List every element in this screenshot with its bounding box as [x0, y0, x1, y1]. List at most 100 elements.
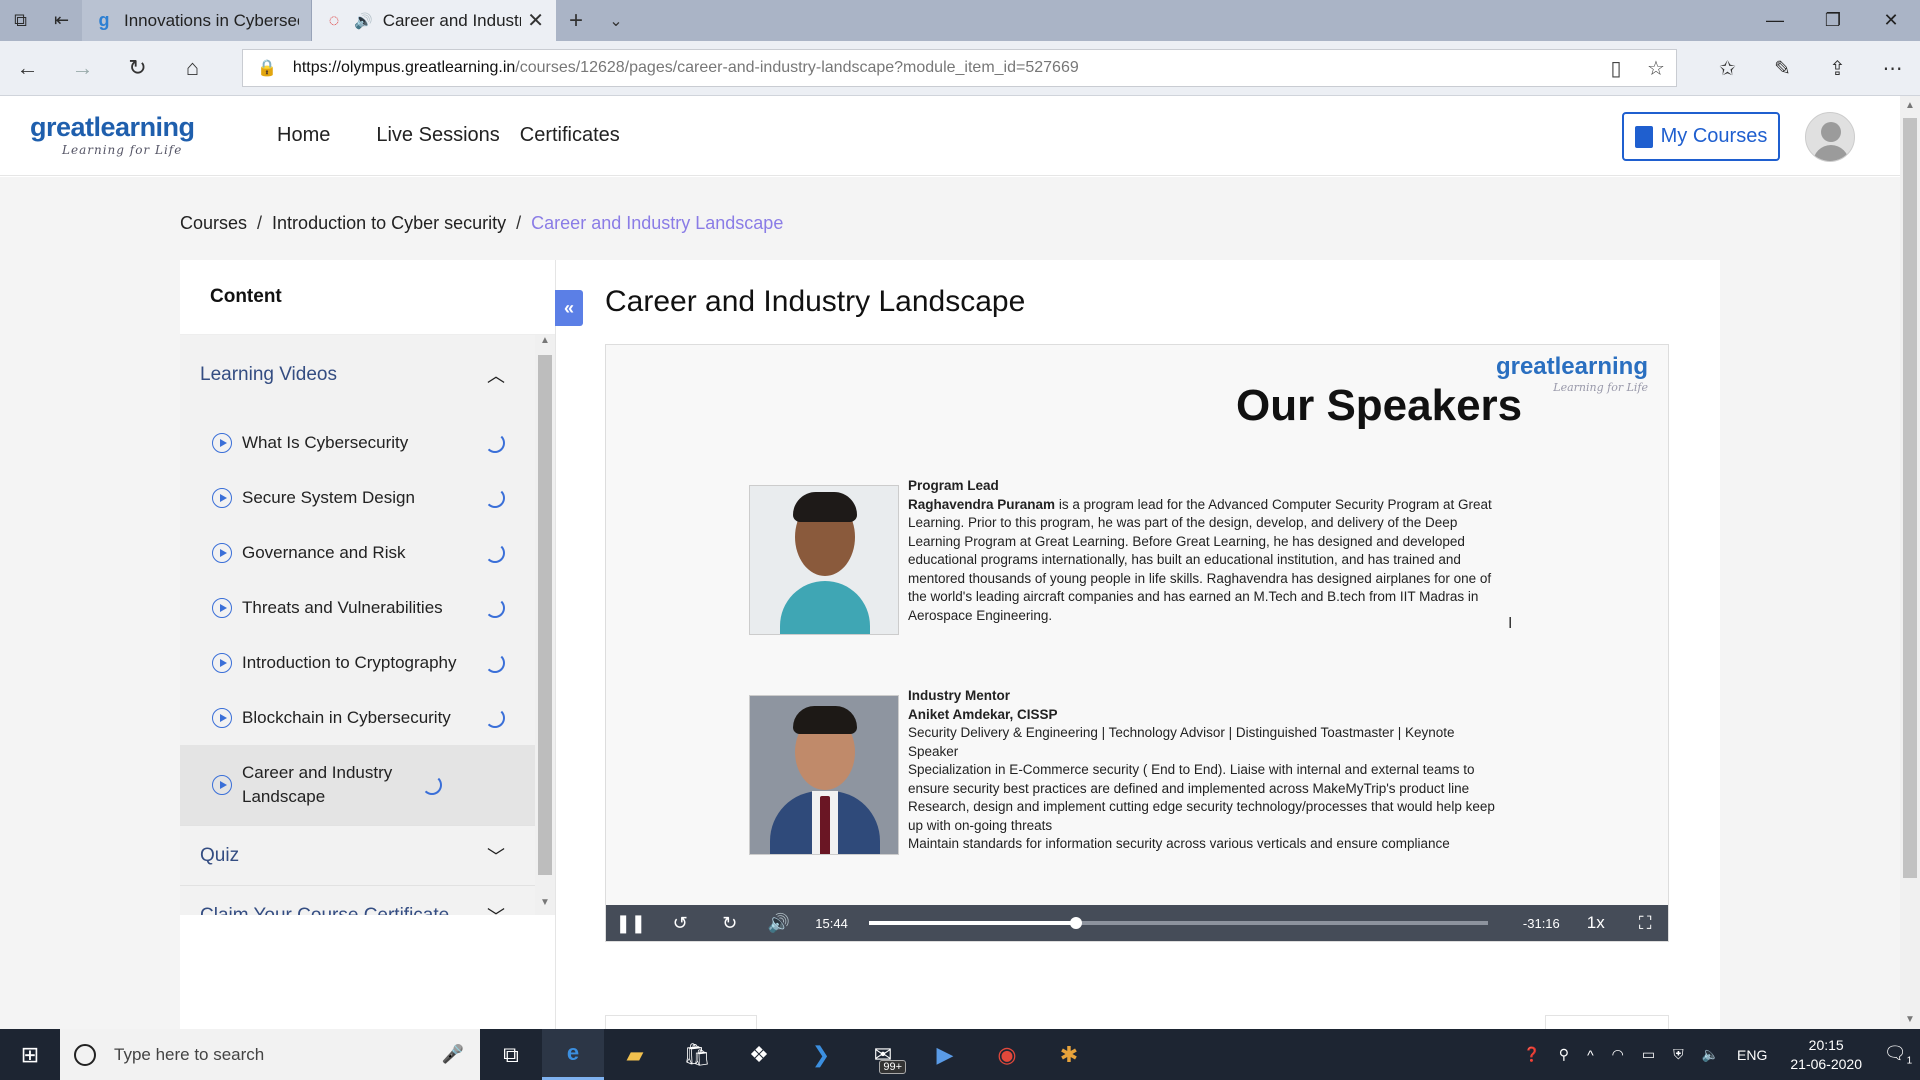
- greatlearning-logo[interactable]: greatlearning Learning for Life: [30, 112, 195, 157]
- pen-icon[interactable]: ✎: [1755, 41, 1810, 96]
- page-scrollbar[interactable]: ▲ ▼: [1900, 96, 1920, 1029]
- volume-icon[interactable]: 🔊: [754, 913, 803, 934]
- tab-list-chevron-icon[interactable]: ⌄: [596, 0, 636, 41]
- section-learning-videos[interactable]: Learning Videos ︿: [180, 335, 535, 415]
- video-logo-text: greatlearning: [1495, 353, 1648, 380]
- forward-icon[interactable]: →: [55, 41, 110, 96]
- site-header: greatlearning Learning for Life Home Liv…: [0, 96, 1900, 176]
- breadcrumb-courses[interactable]: Courses: [180, 213, 247, 233]
- tab-actions-icon[interactable]: ⧉: [0, 0, 41, 41]
- sidebar-item-governance-and-risk[interactable]: Governance and Risk: [180, 525, 535, 580]
- taskbar-search[interactable]: Type here to search 🎤: [60, 1029, 480, 1080]
- scroll-down-icon[interactable]: ▼: [535, 897, 555, 915]
- rewind-icon[interactable]: ↺: [655, 913, 704, 934]
- pause-icon[interactable]: ❚❚: [606, 913, 655, 934]
- lock-icon: 🔒: [257, 60, 277, 77]
- sidebar-item-what-is-cybersecurity[interactable]: What Is Cybersecurity: [180, 415, 535, 470]
- notifications-icon[interactable]: 🗨1: [1876, 1043, 1920, 1067]
- task-view-icon[interactable]: ⧉: [480, 1029, 542, 1080]
- chevron-down-icon: ﹀: [487, 846, 505, 867]
- sidebar-item-blockchain-in-cybersecurity[interactable]: Blockchain in Cybersecurity: [180, 690, 535, 745]
- mail-icon[interactable]: ✉ 99+: [852, 1029, 914, 1080]
- sidebar-item-introduction-to-cryptography[interactable]: Introduction to Cryptography: [180, 635, 535, 690]
- slack-icon[interactable]: ✱: [1038, 1029, 1100, 1080]
- chevron-down-icon: ﹀: [487, 903, 505, 916]
- video-player[interactable]: greatlearning Learning for Life Our Spea…: [605, 344, 1669, 942]
- language-indicator[interactable]: ENG: [1737, 1047, 1767, 1063]
- minimize-icon[interactable]: —: [1746, 0, 1804, 41]
- slide-heading: Our Speakers: [1236, 381, 1523, 430]
- help-icon[interactable]: ❓: [1523, 1046, 1540, 1063]
- forward-icon[interactable]: ↻: [705, 913, 754, 934]
- breadcrumb-course[interactable]: Introduction to Cyber security: [272, 213, 506, 233]
- speaker-line: Maintain standards for information secur…: [908, 836, 1450, 851]
- tabs-aside-icon[interactable]: ⇤: [41, 0, 82, 41]
- favorite-star-icon[interactable]: ☆: [1636, 56, 1676, 81]
- microphone-icon[interactable]: 🎤: [442, 1044, 464, 1065]
- scrollbar-thumb[interactable]: [1903, 118, 1917, 878]
- play-circle-icon: [212, 432, 232, 453]
- reading-view-icon[interactable]: ▯: [1596, 56, 1636, 81]
- section-quiz[interactable]: Quiz ﹀: [180, 825, 535, 885]
- content-tab-right[interactable]: [1545, 1015, 1669, 1029]
- browser-tab-career[interactable]: ◌ 🔊 Career and Industry ✕: [312, 0, 556, 41]
- favorites-icon[interactable]: ✩: [1700, 41, 1755, 96]
- seek-bar[interactable]: [869, 917, 1488, 929]
- chrome-icon[interactable]: ◉: [976, 1029, 1038, 1080]
- powershell-icon[interactable]: ▶: [914, 1029, 976, 1080]
- browser-toolbar: ← → ↻ ⌂ 🔒 https://olympus.greatlearning.…: [0, 41, 1920, 96]
- battery-icon[interactable]: ▭: [1642, 1046, 1655, 1063]
- content-tab-left[interactable]: [605, 1015, 757, 1029]
- scroll-down-icon[interactable]: ▼: [1900, 1014, 1920, 1025]
- home-icon[interactable]: ⌂: [165, 41, 220, 96]
- sidebar-item-threats-and-vulnerabilities[interactable]: Threats and Vulnerabilities: [180, 580, 535, 635]
- nav-home[interactable]: Home: [277, 124, 330, 147]
- scroll-up-icon[interactable]: ▲: [535, 335, 555, 353]
- chevron-up-icon[interactable]: ^: [1587, 1047, 1594, 1063]
- scrollbar-thumb[interactable]: [538, 355, 552, 875]
- play-circle-icon: [212, 487, 232, 508]
- file-explorer-icon[interactable]: ▰: [604, 1029, 666, 1080]
- close-window-icon[interactable]: ✕: [1862, 0, 1920, 41]
- greatlearning-favicon-icon: g: [98, 10, 110, 30]
- browser-tab-innovations[interactable]: g Innovations in Cybersecurity: [82, 0, 312, 41]
- remaining-time: -31:16: [1522, 915, 1560, 931]
- fullscreen-icon[interactable]: ⛶: [1621, 913, 1669, 934]
- new-tab-icon[interactable]: +: [556, 0, 596, 41]
- collapse-sidebar-button[interactable]: «: [555, 290, 583, 326]
- scroll-up-icon[interactable]: ▲: [1900, 100, 1920, 111]
- security-icon[interactable]: ⛨: [1673, 1046, 1684, 1063]
- store-icon[interactable]: 🛍: [666, 1029, 728, 1080]
- sidebar-item-secure-system-design[interactable]: Secure System Design: [180, 470, 535, 525]
- sidebar-scrollbar[interactable]: ▲ ▼: [535, 335, 555, 915]
- more-icon[interactable]: ⋯: [1865, 41, 1920, 96]
- back-icon[interactable]: ←: [0, 41, 55, 96]
- audio-playing-icon[interactable]: 🔊: [354, 12, 373, 30]
- refresh-icon[interactable]: ↻: [110, 41, 165, 96]
- edge-browser-icon[interactable]: e: [542, 1029, 604, 1080]
- nav-certificates[interactable]: Certificates: [520, 124, 620, 147]
- elapsed-time: 15:44: [815, 915, 848, 931]
- sidebar-item-career-and-industry-landscape[interactable]: Career and Industry Landscape: [180, 745, 535, 825]
- avatar[interactable]: [1805, 112, 1855, 162]
- sidebar-item-label: Governance and Risk: [242, 542, 406, 562]
- nav-live-sessions[interactable]: Live Sessions: [376, 124, 499, 147]
- my-courses-button[interactable]: My Courses: [1622, 112, 1780, 161]
- restore-icon[interactable]: ❐: [1804, 0, 1862, 41]
- volume-icon[interactable]: 🔈: [1702, 1046, 1719, 1063]
- close-tab-icon[interactable]: ✕: [527, 8, 544, 33]
- section-claim-certificate[interactable]: Claim Your Course Certificate ﹀: [180, 885, 535, 915]
- visual-studio-icon[interactable]: ❯: [790, 1029, 852, 1080]
- windows-start-icon[interactable]: ⊞: [0, 1029, 60, 1080]
- play-circle-icon: [212, 652, 232, 673]
- progress-spinner-icon: [485, 487, 505, 508]
- share-icon[interactable]: ⇪: [1810, 41, 1865, 96]
- dropbox-icon[interactable]: ❖: [728, 1029, 790, 1080]
- playback-rate-button[interactable]: 1x: [1571, 913, 1620, 933]
- progress-spinner-icon: [485, 432, 505, 453]
- address-bar[interactable]: 🔒 https://olympus.greatlearning.in /cour…: [242, 49, 1677, 87]
- clock[interactable]: 20:15 21-06-2020: [1790, 1036, 1862, 1074]
- seek-bar-knob[interactable]: [1070, 917, 1083, 929]
- wifi-icon[interactable]: ◠: [1612, 1046, 1624, 1063]
- people-icon[interactable]: ⚲: [1559, 1046, 1569, 1063]
